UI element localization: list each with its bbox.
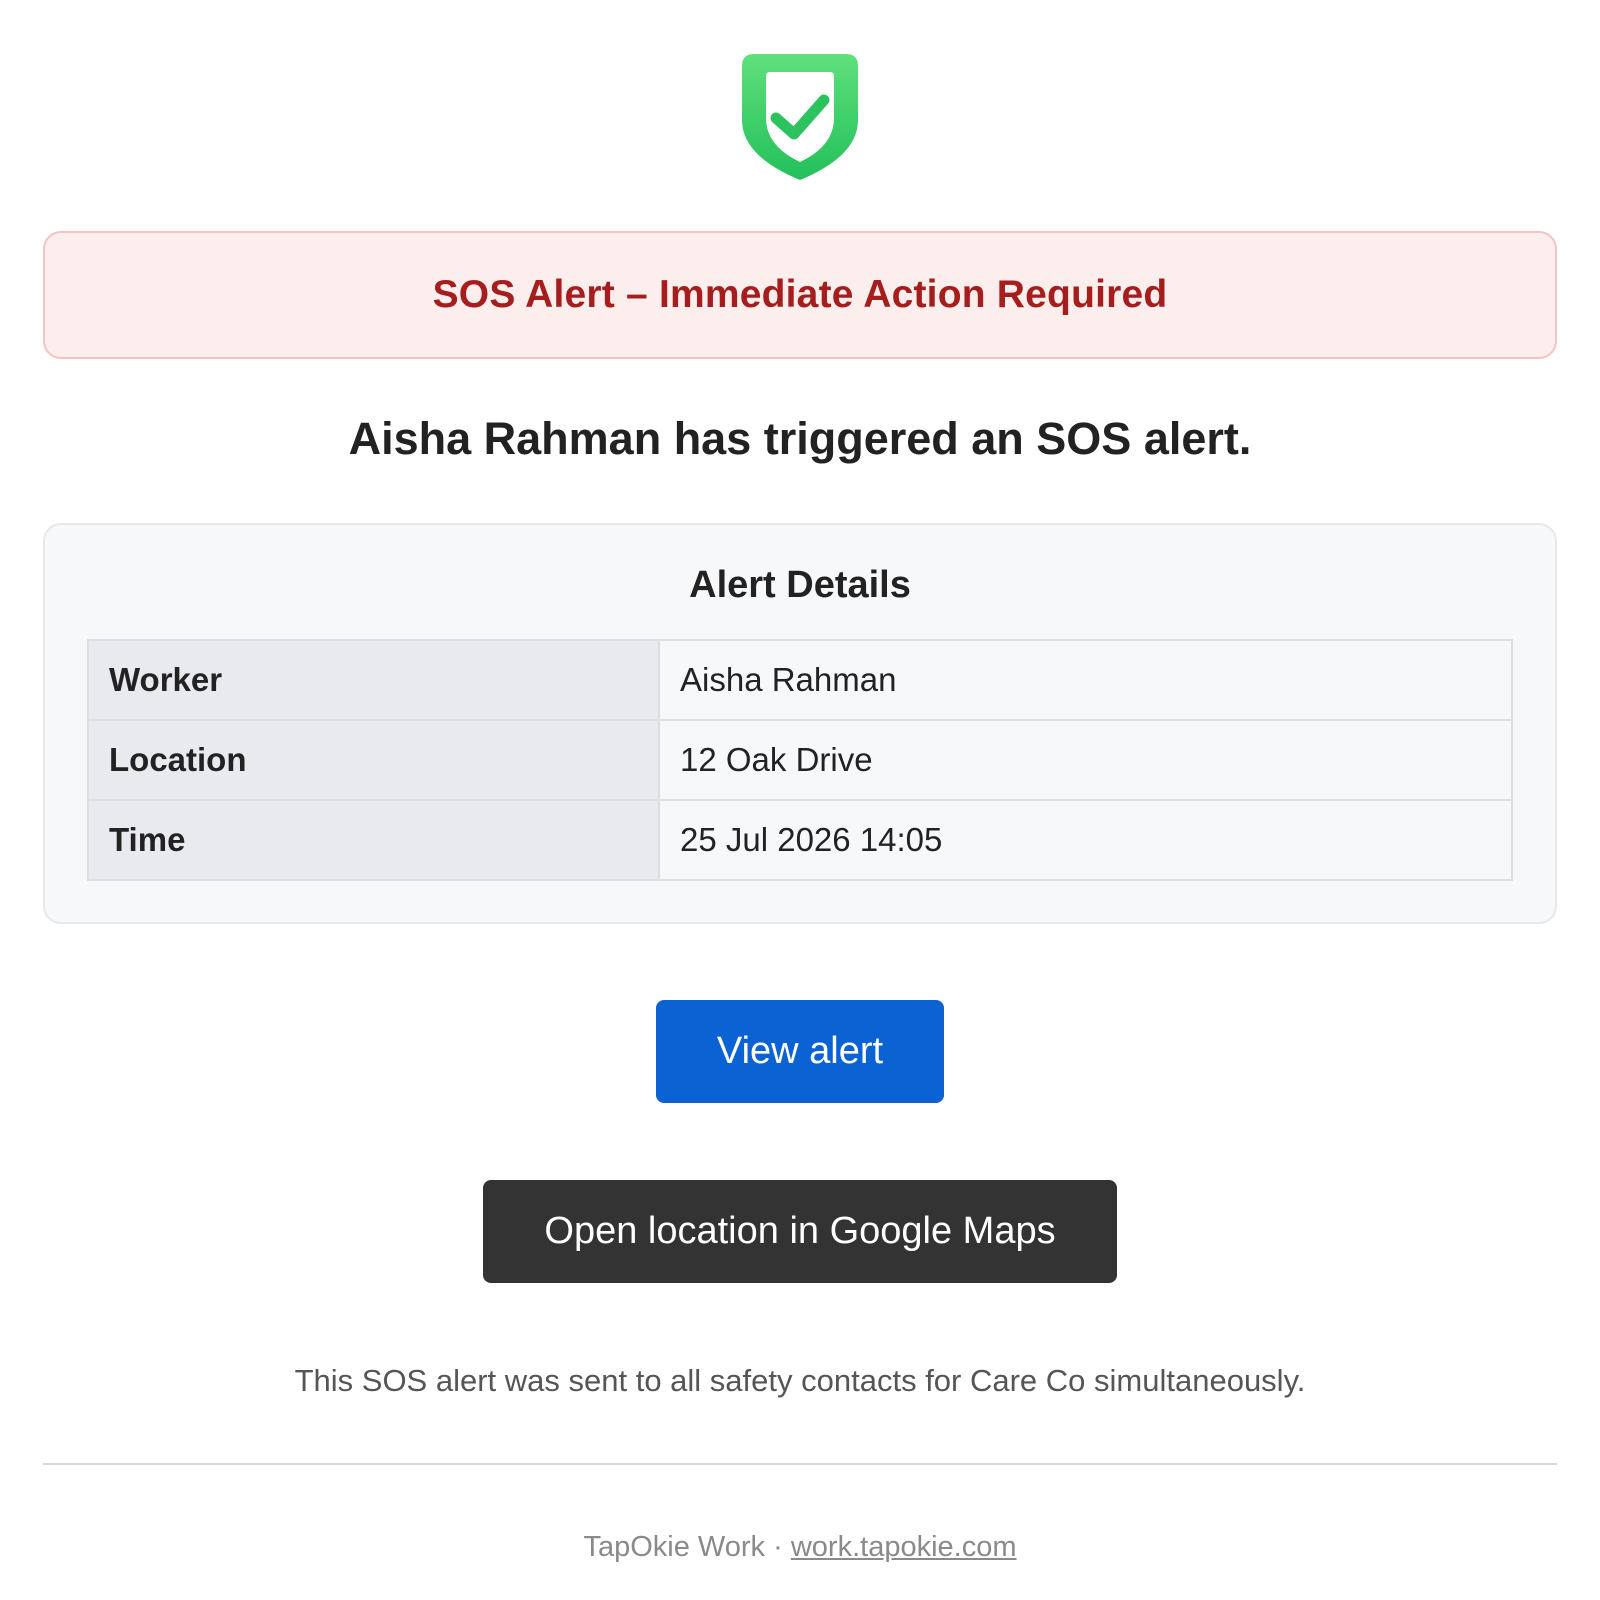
time-value: 25 Jul 2026 14:05 [658, 799, 1513, 881]
location-value: 12 Oak Drive [658, 719, 1513, 801]
worker-label: Worker [87, 639, 660, 721]
footer-separator: · [773, 1531, 783, 1563]
view-alert-row: View alert [43, 924, 1557, 1103]
email-body: SOS Alert – Immediate Action Required Ai… [43, 0, 1557, 1567]
open-maps-row: Open location in Google Maps [43, 1103, 1557, 1283]
table-row: Time 25 Jul 2026 14:05 [87, 799, 1513, 881]
sos-alert-banner-text: SOS Alert – Immediate Action Required [432, 273, 1168, 316]
footer-divider [43, 1463, 1557, 1465]
alert-details-card: Alert Details Worker Aisha Rahman Locati… [43, 523, 1557, 924]
shield-check-icon [742, 54, 858, 180]
worker-value: Aisha Rahman [658, 639, 1513, 721]
logo-header [43, 0, 1557, 198]
alert-headline: Aisha Rahman has triggered an SOS alert. [348, 413, 1252, 464]
table-row: Worker Aisha Rahman [87, 639, 1513, 721]
alert-details-table: Worker Aisha Rahman Location 12 Oak Driv… [87, 639, 1513, 881]
view-alert-button[interactable]: View alert [656, 1000, 944, 1103]
footer-website-link[interactable]: work.tapokie.com [791, 1531, 1017, 1563]
alert-details-title: Alert Details [689, 564, 911, 606]
footer: TapOkie Work · work.tapokie.com [43, 1527, 1557, 1567]
footer-brand: TapOkie Work [583, 1531, 766, 1563]
time-label: Time [87, 799, 660, 881]
location-label: Location [87, 719, 660, 801]
broadcast-note: This SOS alert was sent to all safety co… [294, 1363, 1306, 1398]
open-google-maps-button[interactable]: Open location in Google Maps [483, 1180, 1117, 1283]
table-row: Location 12 Oak Drive [87, 719, 1513, 801]
sos-alert-banner: SOS Alert – Immediate Action Required [43, 231, 1557, 359]
